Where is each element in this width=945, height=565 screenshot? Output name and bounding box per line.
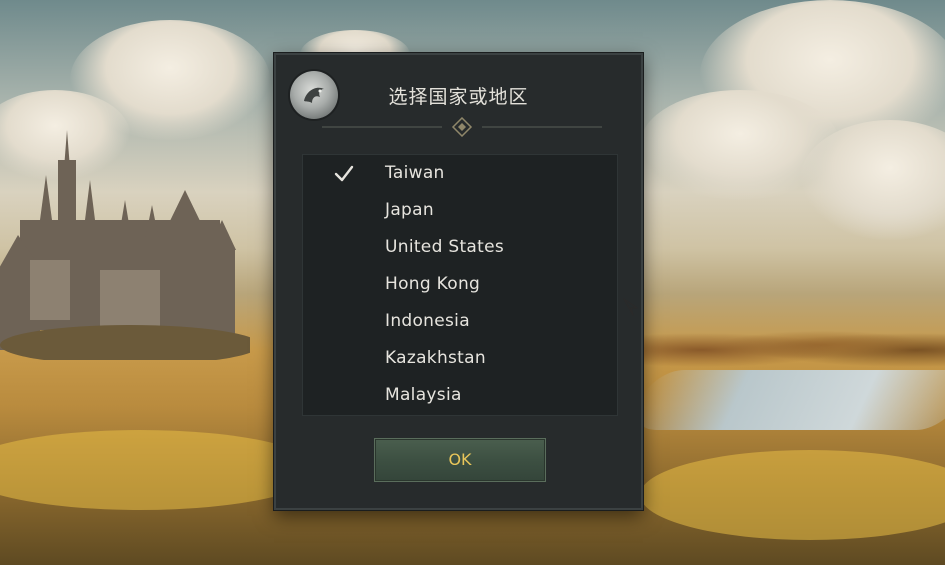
country-label: Indonesia (385, 311, 470, 331)
country-label: Taiwan (385, 163, 445, 183)
diamond-divider-icon (322, 117, 602, 137)
country-option[interactable]: Indonesia (303, 305, 617, 339)
country-option[interactable]: Taiwan (303, 157, 617, 191)
checkmark-icon (334, 165, 354, 182)
country-label: Hong Kong (385, 274, 481, 294)
country-option[interactable]: Malaysia (303, 379, 617, 413)
country-option[interactable]: Kazakhstan (303, 342, 617, 376)
country-label: Kazakhstan (385, 348, 486, 368)
game-background: 选择国家或地区 Taiwan Japan United States Hong … (0, 0, 945, 565)
country-option[interactable]: Japan (303, 194, 617, 228)
country-label: United States (385, 237, 505, 257)
dialog-title: 选择国家或地区 (388, 86, 529, 108)
field (640, 450, 945, 540)
country-label: Japan (385, 200, 434, 220)
ok-button[interactable]: OK (374, 438, 546, 482)
castle-illustration (0, 130, 250, 360)
country-option[interactable]: United States (303, 231, 617, 265)
field (0, 430, 320, 510)
treeline (640, 320, 945, 370)
country-label: Malaysia (385, 385, 462, 405)
country-option[interactable]: Hong Kong (303, 268, 617, 302)
country-select-dialog: 选择国家或地区 Taiwan Japan United States Hong … (274, 53, 643, 510)
river (626, 370, 945, 430)
country-list[interactable]: Taiwan Japan United States Hong Kong Ind… (302, 154, 618, 416)
arrow-cursor-icon (623, 298, 638, 316)
